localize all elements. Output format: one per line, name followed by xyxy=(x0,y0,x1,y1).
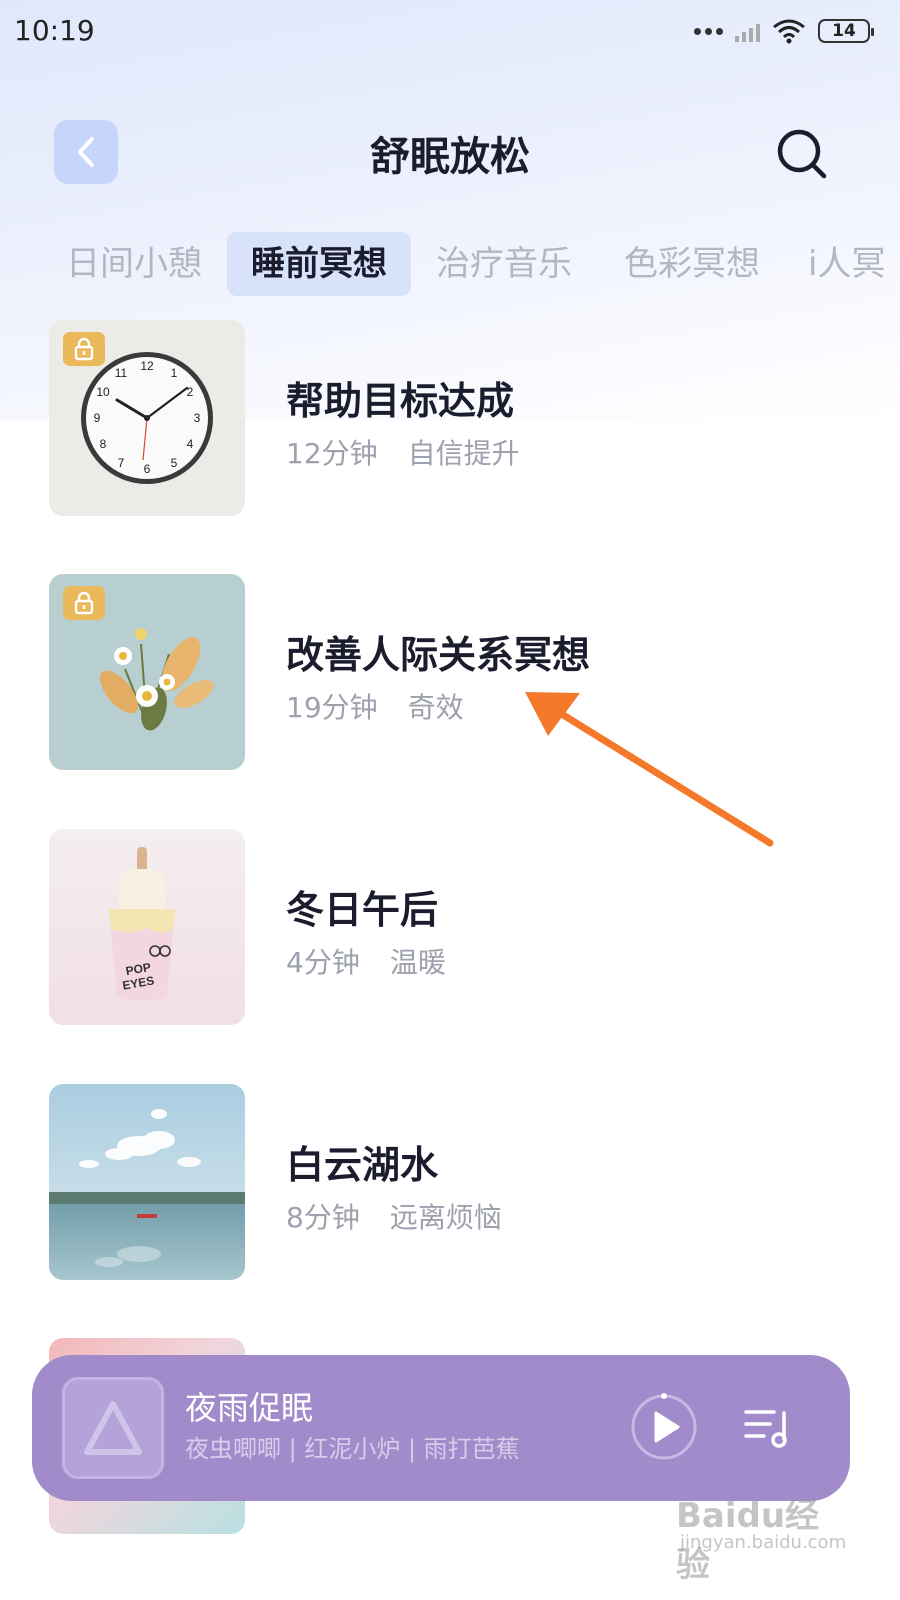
list-item[interactable]: 改善人际关系冥想 19分钟 奇效 xyxy=(0,574,900,770)
thumbnail-flowers xyxy=(49,574,245,770)
svg-text:9: 9 xyxy=(94,411,101,425)
svg-text:1: 1 xyxy=(171,366,178,380)
playlist-icon xyxy=(744,1410,787,1448)
status-time: 10:19 xyxy=(14,14,95,47)
list-item[interactable]: 12 1 2 345 678 9 10 11 帮助目标达成 12分钟 自信提升 xyxy=(0,320,900,516)
lake-image xyxy=(49,1109,245,1267)
item-title: 改善人际关系冥想 xyxy=(286,633,591,677)
svg-text:7: 7 xyxy=(118,456,125,470)
page-title: 舒眠放松 xyxy=(370,134,530,180)
ice-cream-image: POP EYES xyxy=(109,847,175,1001)
svg-text:11: 11 xyxy=(115,366,128,380)
item-duration: 12分钟 xyxy=(286,437,378,470)
signal-icon xyxy=(735,20,760,42)
list-item[interactable]: 白云湖水 8分钟 远离烦恼 xyxy=(0,1084,900,1280)
tab-daytime-nap[interactable]: 日间小憩 xyxy=(66,232,202,296)
tab-color-meditation[interactable]: 色彩冥想 xyxy=(624,232,760,296)
lock-icon xyxy=(63,586,105,620)
play-button[interactable] xyxy=(630,1393,698,1461)
lock-icon xyxy=(63,332,105,366)
svg-text:3: 3 xyxy=(194,411,201,425)
svg-text:4: 4 xyxy=(187,437,194,451)
search-icon xyxy=(777,129,827,179)
item-duration: 4分钟 xyxy=(286,946,360,979)
search-button[interactable] xyxy=(772,124,832,184)
player-subtitle: 夜虫唧唧 | 红泥小炉 | 雨打芭蕉 xyxy=(185,1435,520,1463)
item-meta: 19分钟 奇效 xyxy=(286,686,464,726)
svg-text:12: 12 xyxy=(140,359,154,373)
item-tag: 奇效 xyxy=(407,691,464,724)
play-icon xyxy=(631,1393,697,1460)
category-tabs: 日间小憩 睡前冥想 治疗音乐 色彩冥想 i人冥 xyxy=(50,232,900,296)
svg-text:5: 5 xyxy=(171,456,178,470)
item-title: 帮助目标达成 xyxy=(286,379,515,423)
thumbnail-clock: 12 1 2 345 678 9 10 11 xyxy=(49,320,245,516)
status-icons: 14 xyxy=(694,14,874,48)
battery-level: 14 xyxy=(832,21,856,41)
tab-therapy-music[interactable]: 治疗音乐 xyxy=(436,232,572,296)
battery-indicator: 14 xyxy=(818,19,874,43)
item-tag: 自信提升 xyxy=(407,437,520,470)
svg-text:6: 6 xyxy=(144,462,151,476)
tab-bedtime-meditation[interactable]: 睡前冥想 xyxy=(227,232,411,296)
list-item[interactable]: POP EYES 冬日午后 4分钟 温暖 xyxy=(0,829,900,1025)
player-cover xyxy=(62,1377,164,1479)
svg-text:8: 8 xyxy=(100,437,107,451)
wifi-icon xyxy=(773,19,805,44)
item-meta: 8分钟 远离烦恼 xyxy=(286,1196,502,1236)
watermark: Baidu经验 jingyan.baidu.com xyxy=(676,1470,847,1585)
status-bar: 10:19 14 xyxy=(0,0,900,60)
thumbnail-ice-cream: POP EYES xyxy=(49,829,245,1025)
item-duration: 8分钟 xyxy=(286,1201,360,1234)
item-meta: 4分钟 温暖 xyxy=(286,941,446,981)
svg-text:2: 2 xyxy=(187,385,194,399)
player-title: 夜雨促眠 xyxy=(185,1389,314,1427)
triangle-logo-icon xyxy=(84,1401,142,1455)
item-duration: 19分钟 xyxy=(286,691,378,724)
more-dots-icon xyxy=(694,27,723,35)
thumbnail-lake xyxy=(49,1084,245,1280)
item-tag: 远离烦恼 xyxy=(389,1201,502,1234)
watermark-url: jingyan.baidu.com xyxy=(680,1532,847,1553)
item-title: 白云湖水 xyxy=(286,1143,439,1187)
playlist-button[interactable] xyxy=(744,1407,790,1449)
tab-introvert-meditation[interactable]: i人冥 xyxy=(808,232,885,296)
svg-text:10: 10 xyxy=(96,385,110,399)
item-meta: 12分钟 自信提升 xyxy=(286,432,520,472)
item-title: 冬日午后 xyxy=(286,888,439,932)
item-tag: 温暖 xyxy=(389,946,446,979)
